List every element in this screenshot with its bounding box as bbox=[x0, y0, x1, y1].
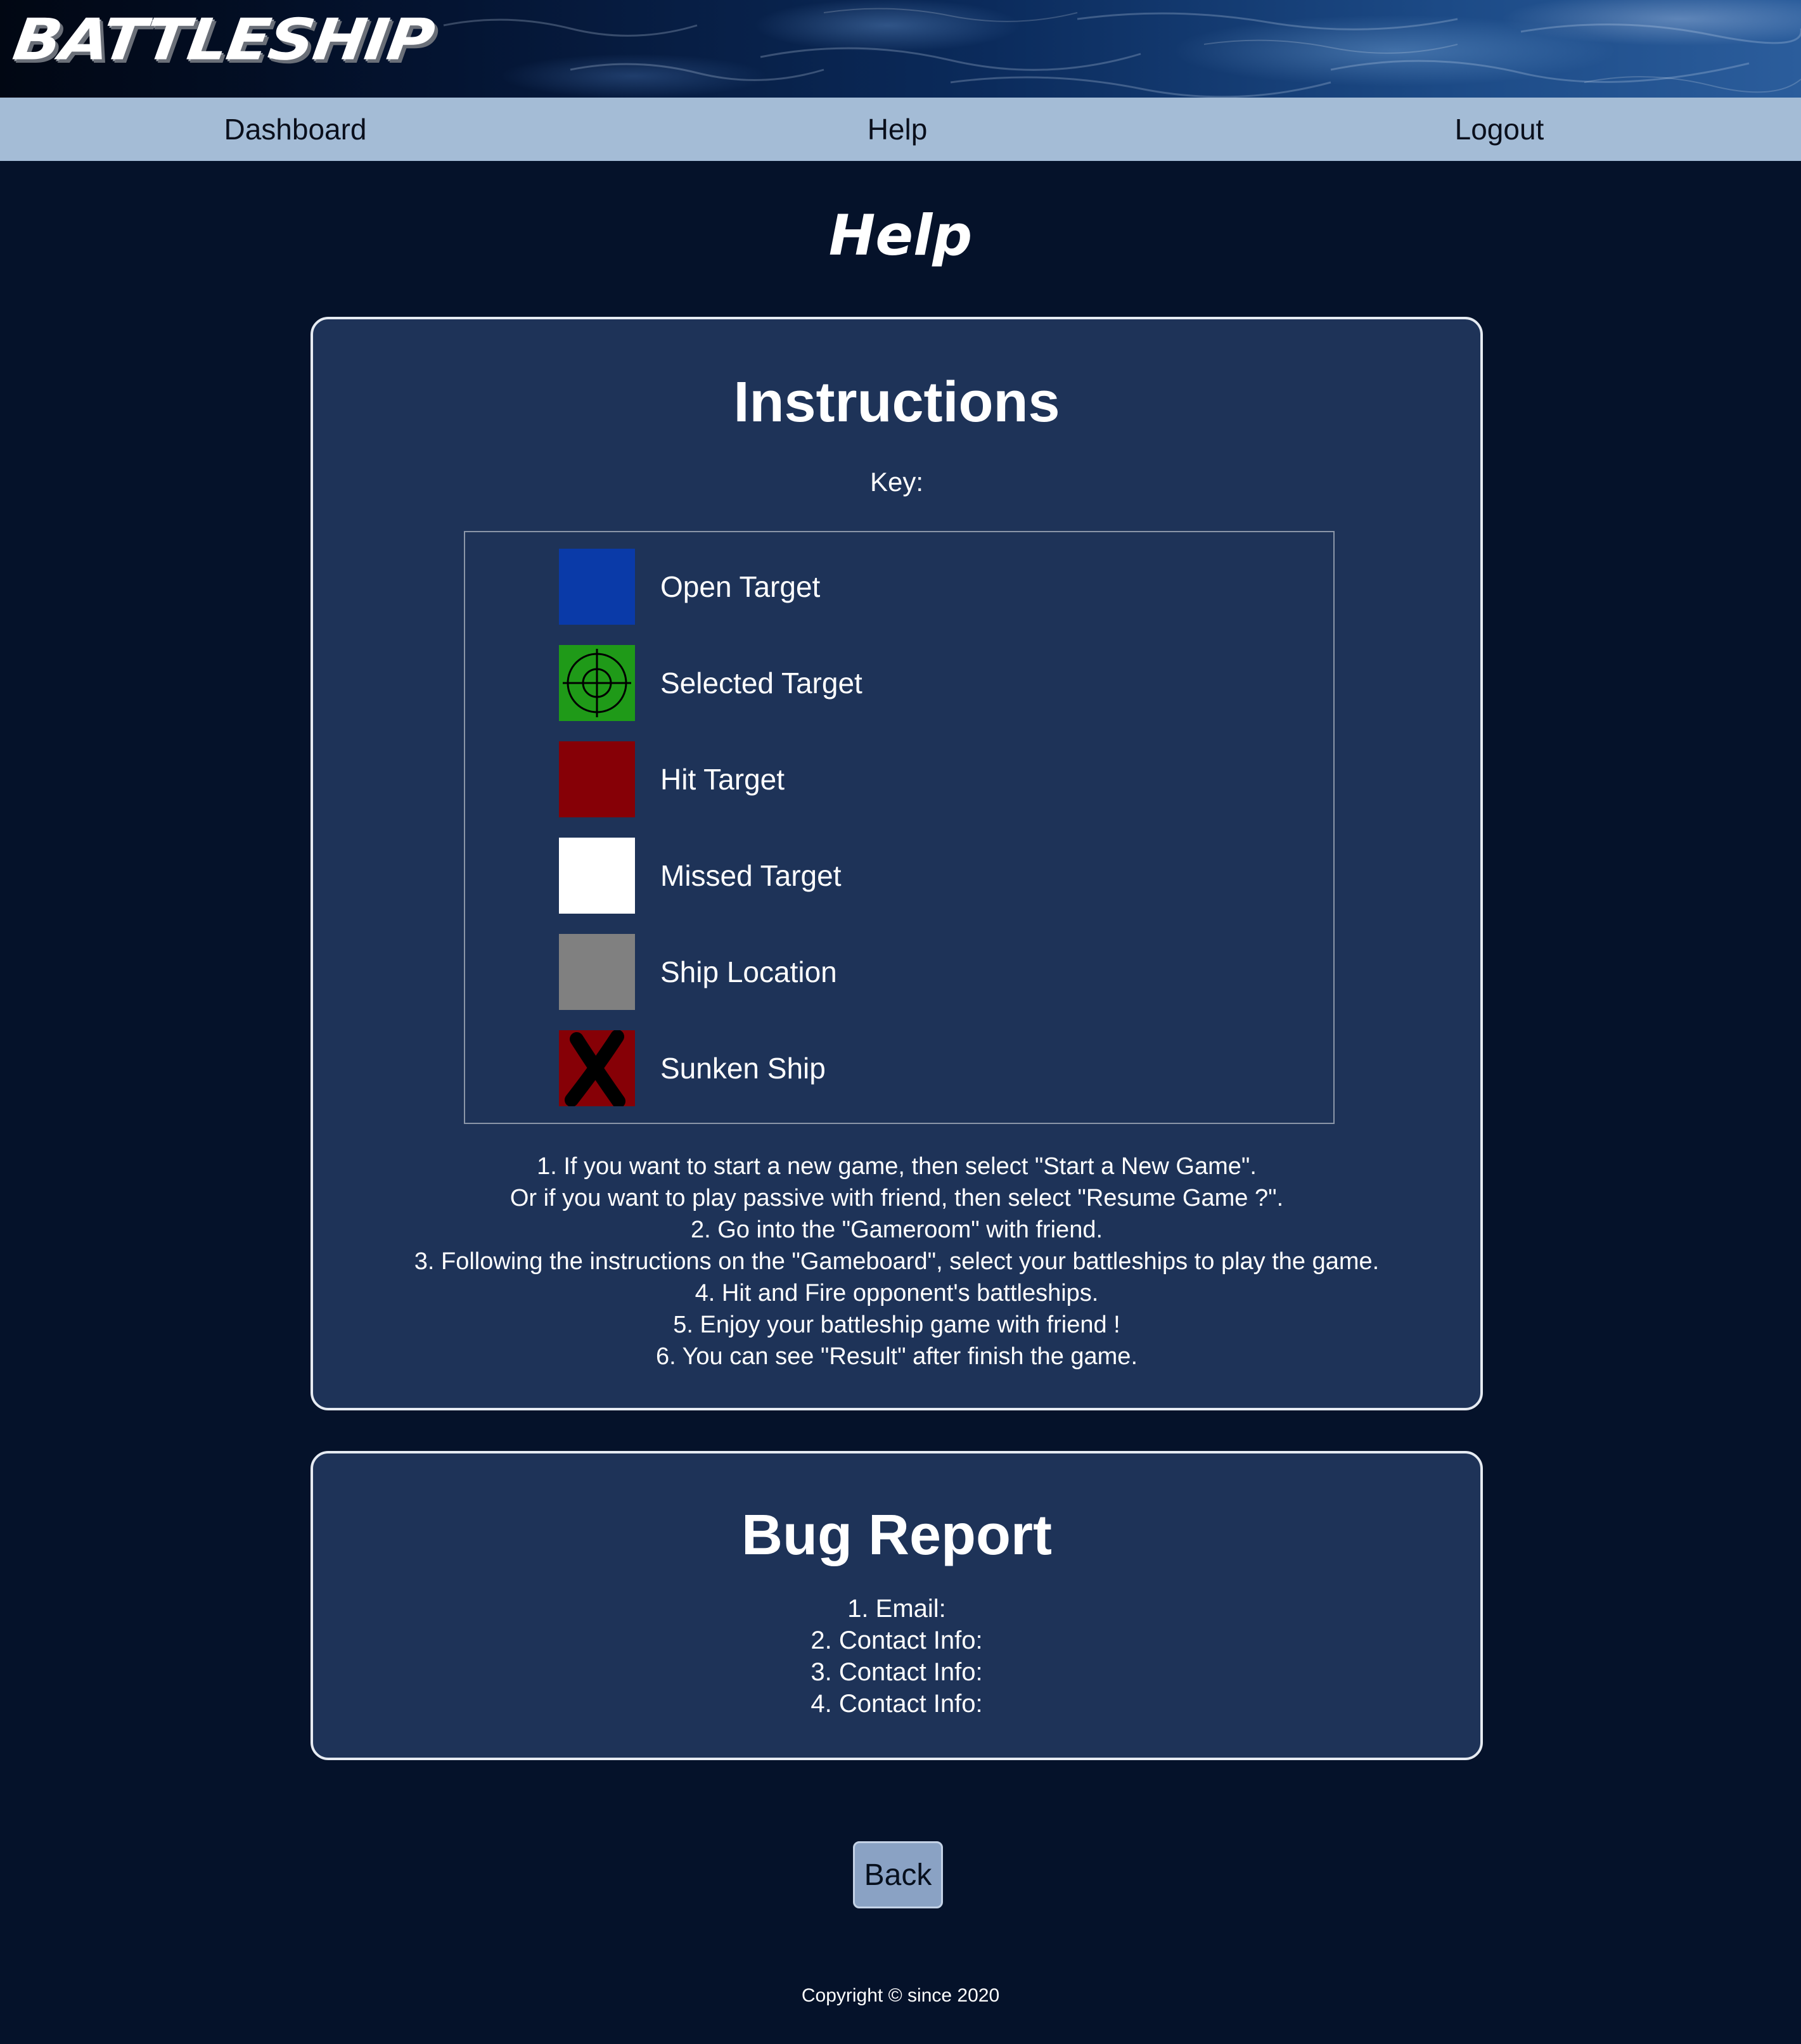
instruction-step: 1. If you want to start a new game, then… bbox=[537, 1153, 1257, 1180]
bug-report-item-contact: 4. Contact Info: bbox=[811, 1690, 983, 1718]
instruction-step: 2. Go into the "Gameroom" with friend. bbox=[690, 1217, 1103, 1243]
ship-location-swatch bbox=[559, 934, 635, 1010]
key-label-open-target: Open Target bbox=[660, 570, 821, 603]
key-row-hit-target: Hit Target bbox=[559, 741, 1256, 817]
x-mark-icon bbox=[559, 1030, 635, 1106]
bug-report-heading: Bug Report bbox=[741, 1504, 1052, 1567]
key-label-hit-target: Hit Target bbox=[660, 763, 785, 796]
instruction-step: Or if you want to play passive with frie… bbox=[510, 1185, 1284, 1211]
hit-target-swatch bbox=[559, 741, 635, 817]
key-label-missed-target: Missed Target bbox=[660, 859, 842, 892]
key-label-ship-location: Ship Location bbox=[660, 955, 837, 988]
bug-report-panel: Bug Report 1. Email: 2. Contact Info: 3.… bbox=[311, 1451, 1483, 1760]
instruction-step: 5. Enjoy your battleship game with frien… bbox=[673, 1312, 1120, 1338]
key-row-ship-location: Ship Location bbox=[559, 934, 1256, 1010]
nav-bar: Dashboard Help Logout bbox=[0, 98, 1801, 161]
instruction-step: 6. You can see "Result" after finish the… bbox=[656, 1343, 1138, 1370]
open-target-swatch bbox=[559, 549, 635, 625]
key-row-missed-target: Missed Target bbox=[559, 838, 1256, 914]
footer-copyright: Copyright © since 2020 bbox=[801, 1985, 1000, 2006]
instruction-step: 4. Hit and Fire opponent's battleships. bbox=[695, 1280, 1099, 1306]
instructions-heading: Instructions bbox=[733, 371, 1060, 434]
logo: BATTLESHIP bbox=[9, 6, 438, 73]
page-title: Help bbox=[828, 203, 973, 268]
nav-item-help[interactable]: Help bbox=[739, 98, 1056, 161]
instructions-panel: Instructions Key: Open Target Selected T… bbox=[311, 317, 1483, 1410]
key-legend: Open Target Selected Target Hit Target M… bbox=[464, 531, 1335, 1124]
bug-report-item-email: 1. Email: bbox=[847, 1595, 946, 1623]
bug-report-list: 1. Email: 2. Contact Info: 3. Contact In… bbox=[313, 1593, 1480, 1720]
key-label-sunken-ship: Sunken Ship bbox=[660, 1052, 826, 1085]
key-label: Key: bbox=[869, 467, 924, 497]
key-row-sunken-ship: Sunken Ship bbox=[559, 1030, 1256, 1106]
missed-target-swatch bbox=[559, 838, 635, 914]
bug-report-item-contact: 2. Contact Info: bbox=[811, 1626, 983, 1654]
bug-report-item-contact: 3. Contact Info: bbox=[811, 1658, 983, 1686]
instructions-steps: 1. If you want to start a new game, then… bbox=[313, 1151, 1480, 1372]
key-label-selected-target: Selected Target bbox=[660, 667, 862, 699]
nav-item-dashboard[interactable]: Dashboard bbox=[137, 98, 454, 161]
back-button[interactable]: Back bbox=[853, 1841, 943, 1908]
key-row-open-target: Open Target bbox=[559, 549, 1256, 625]
header-banner: BATTLESHIP bbox=[0, 0, 1801, 98]
instruction-step: 3. Following the instructions on the "Ga… bbox=[414, 1248, 1380, 1275]
key-row-selected-target: Selected Target bbox=[559, 645, 1256, 721]
crosshair-icon bbox=[559, 645, 635, 721]
nav-item-logout[interactable]: Logout bbox=[1341, 98, 1658, 161]
